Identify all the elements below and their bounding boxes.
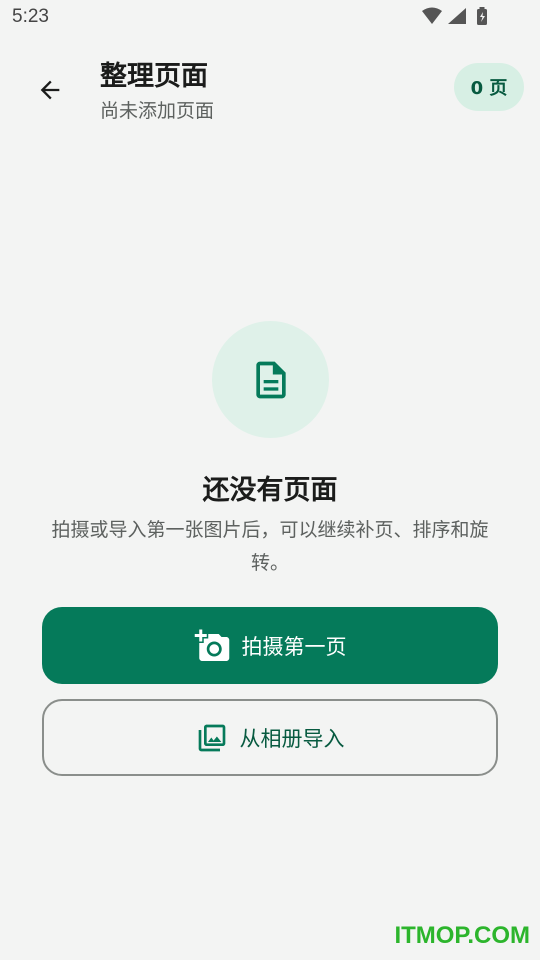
status-bar: 5:23: [0, 0, 540, 36]
signal-icon: [448, 8, 466, 24]
empty-state-title: 还没有页面: [202, 475, 338, 506]
status-icons: [420, 6, 500, 28]
back-button[interactable]: [26, 66, 74, 114]
watermark: ITMOP.COM: [394, 922, 530, 949]
page-title: 整理页面: [100, 61, 208, 92]
app-bar: 整理页面 尚未添加页面 0 页: [0, 44, 540, 136]
document-icon: [255, 361, 286, 398]
empty-state-illustration: [212, 321, 329, 438]
battery-icon: [477, 7, 487, 25]
capture-first-page-button[interactable]: 拍摄第一页: [42, 607, 498, 684]
arrow-left-icon: [40, 80, 60, 100]
import-from-gallery-button[interactable]: 从相册导入: [42, 699, 498, 776]
import-from-gallery-label: 从相册导入: [239, 726, 345, 751]
empty-state-description: 拍摄或导入第一张图片后，可以继续补页、排序和旋转。: [51, 519, 489, 574]
page-subtitle: 尚未添加页面: [100, 100, 215, 122]
status-time: 5:23: [12, 6, 49, 27]
photo-library-icon: [198, 724, 225, 751]
capture-first-page-label: 拍摄第一页: [241, 634, 347, 659]
add-camera-icon: [194, 629, 229, 661]
wifi-icon: [422, 7, 442, 24]
page-count-badge: 0 页: [454, 63, 524, 111]
